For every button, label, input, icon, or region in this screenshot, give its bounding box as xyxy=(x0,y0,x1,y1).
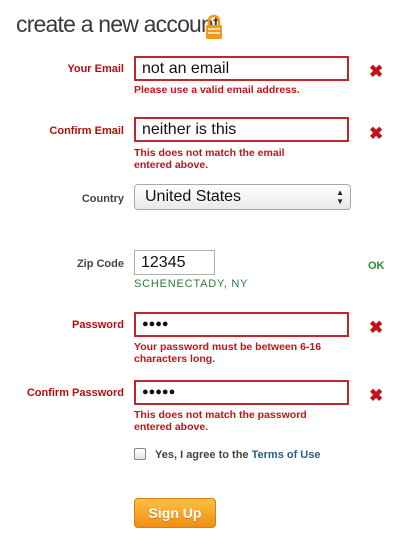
password-label: Password xyxy=(72,319,124,331)
email-error-icon: ✖ xyxy=(369,62,384,81)
confirm-password-label: Confirm Password xyxy=(26,387,124,399)
confirm-email-error-icon: ✖ xyxy=(369,124,384,143)
confirm-email-field[interactable]: neither is this xyxy=(134,117,349,142)
country-select[interactable]: United States ▲ ▼ xyxy=(134,184,351,210)
email-field[interactable]: not an email xyxy=(134,56,349,81)
password-error-icon: ✖ xyxy=(369,318,384,337)
select-arrows-icon: ▲ ▼ xyxy=(336,188,344,206)
password-field[interactable]: ●●●● xyxy=(134,312,349,337)
zip-code-field[interactable]: 12345 xyxy=(134,250,215,275)
zip-code-label: Zip Code xyxy=(76,258,124,270)
country-label: Country xyxy=(81,193,124,205)
lock-icon xyxy=(206,14,222,39)
terms-row: Yes, I agree to the Terms of Use xyxy=(134,448,320,461)
country-select-value: United States xyxy=(145,188,242,205)
sign-up-button[interactable]: Sign Up xyxy=(134,498,216,528)
confirm-password-error-icon: ✖ xyxy=(369,386,384,405)
email-label: Your Email xyxy=(67,63,124,75)
page-title: create a new account xyxy=(16,11,219,37)
confirm-email-error-message: This does not match the email entered ab… xyxy=(134,147,285,171)
confirm-password-field[interactable]: ●●●●● xyxy=(134,380,349,405)
password-error-message: Your password must be between 6-16 chara… xyxy=(134,341,322,365)
terms-checkbox[interactable] xyxy=(134,448,146,460)
zip-city-text: SCHENECTADY, NY xyxy=(134,278,249,290)
terms-text: Yes, I agree to the xyxy=(155,449,249,461)
confirm-email-label: Confirm Email xyxy=(49,125,124,137)
zip-ok-status: OK xyxy=(368,260,385,272)
terms-of-use-link[interactable]: Terms of Use xyxy=(252,449,321,461)
email-error-message: Please use a valid email address. xyxy=(134,84,300,96)
confirm-password-error-message: This does not match the password entered… xyxy=(134,409,307,433)
